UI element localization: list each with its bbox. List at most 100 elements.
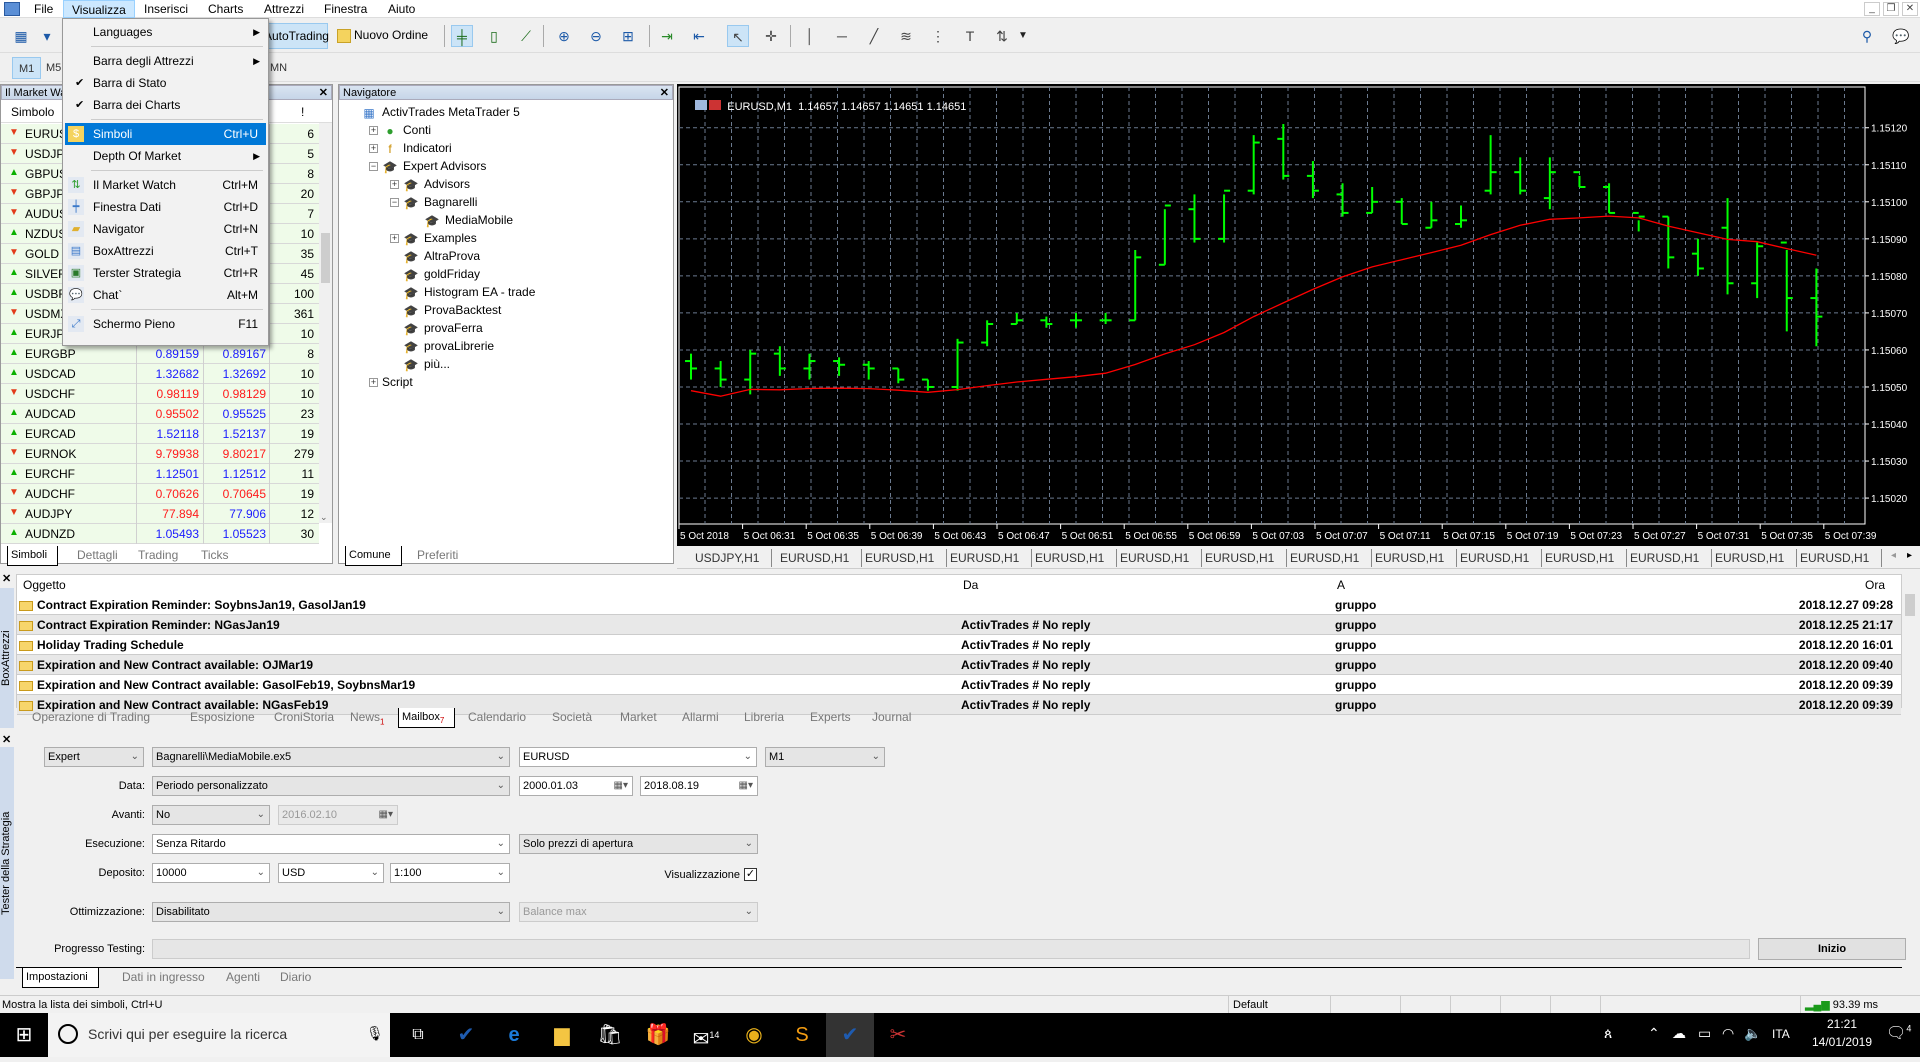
tab-cronistoria[interactable]: CroniStoria — [264, 708, 344, 728]
navigator-item[interactable]: 🎓 Expert Advisors — [382, 157, 487, 175]
menu-file[interactable]: File — [26, 0, 61, 18]
navigator-item[interactable]: 🎓 goldFriday — [403, 265, 481, 283]
volume-icon[interactable]: 🔈 — [1744, 1025, 1761, 1042]
new-order-button[interactable]: Nuovo Ordine — [334, 23, 438, 49]
windows-start-icon[interactable]: ⊞ — [0, 1013, 48, 1057]
calendar-icon[interactable]: ▦▾ — [739, 777, 753, 795]
calendar-icon[interactable]: ▦▾ — [614, 777, 628, 795]
snipping-tool-icon[interactable]: ✂ — [874, 1013, 922, 1057]
navigator-item[interactable]: 🎓 MediaMobile — [424, 211, 514, 229]
tab-mailbox[interactable]: Mailbox7 — [398, 708, 456, 728]
chart-tab[interactable]: USDJPY,H1 — [683, 549, 773, 567]
menu-item-terster-strategia[interactable]: ▣ Terster Strategia Ctrl+R — [65, 262, 266, 284]
menu-item-simboli[interactable]: $ Simboli Ctrl+U — [65, 123, 266, 145]
cursor-icon[interactable]: ↖ — [727, 25, 749, 47]
chart-tab[interactable]: EURUSD,H1 — [1788, 549, 1883, 567]
market-watch-row[interactable]: ▲ EURGBP 0.89159 0.89167 8 — [1, 344, 319, 364]
column-ora[interactable]: Ora — [1865, 575, 1886, 595]
model-select[interactable]: Solo prezzi di apertura ⌄ — [519, 834, 758, 854]
navigator-item[interactable]: Script — [382, 373, 413, 391]
connection-status[interactable]: ▂▄▆ 93.39 ms — [1800, 996, 1878, 1014]
profiles-icon[interactable]: ▾ — [36, 25, 58, 47]
scrollbar-thumb[interactable] — [321, 233, 330, 283]
line-chart-icon[interactable]: ⟋ — [515, 25, 537, 47]
fibo-fan-icon[interactable]: ⋮ — [927, 25, 949, 47]
scroll-left-icon[interactable]: ◂ — [1891, 550, 1896, 561]
chart-tab[interactable]: EURUSD,H1 — [768, 549, 863, 567]
navigator-item[interactable]: ▦ ActivTrades MetaTrader 5 — [361, 103, 520, 121]
market-watch-row[interactable]: ▲ AUDCAD 0.95502 0.95525 23 — [1, 404, 319, 424]
show-hidden-icons[interactable]: ⌃ — [1648, 1025, 1660, 1042]
market-watch-row[interactable]: ▲ EURCHF 1.12501 1.12512 11 — [1, 464, 319, 484]
chart-canvas[interactable]: 1.15120 1.15110 1.15100 1.15090 1.15080 1.150… — [677, 84, 1920, 546]
chart-tab[interactable]: EURUSD,H1 — [1193, 549, 1288, 567]
people-icon[interactable]: ጰ — [1604, 1025, 1612, 1042]
market-watch-row[interactable]: ▲ USDCAD 1.32682 1.32692 10 — [1, 364, 319, 384]
trendline-icon[interactable]: ╱ — [863, 25, 885, 47]
chart-tab[interactable]: EURUSD,H1 — [1278, 549, 1373, 567]
tab-ticks[interactable]: Ticks — [191, 546, 239, 566]
column-symbol[interactable]: Simbolo — [11, 105, 54, 119]
navigator-item[interactable]: 🎓 provaLibrerie — [403, 337, 495, 355]
tab-societ-[interactable]: Società — [542, 708, 602, 728]
market-watch-row[interactable]: ▼ EURNOK 9.79938 9.80217 279 — [1, 444, 319, 464]
scroll-right-icon[interactable]: ▸ — [1907, 550, 1912, 561]
autoscroll-icon[interactable]: ⇤ — [688, 25, 710, 47]
mail-row[interactable]: Contract Expiration Reminder: SoybnsJan1… — [17, 595, 1901, 615]
market-watch-scrollbar[interactable]: ⌄ — [319, 123, 332, 523]
metatrader-taskbar-icon[interactable]: ✔ — [442, 1013, 490, 1057]
navigator-item[interactable]: 🎓 AltraProva — [403, 247, 481, 265]
menu-item-barra-dei-charts[interactable]: ✔ Barra dei Charts — [65, 94, 266, 116]
new-chart-icon[interactable]: ▦ — [10, 25, 32, 47]
app-icon[interactable] — [4, 2, 20, 16]
expand-icon[interactable]: + — [369, 378, 378, 387]
search-icon[interactable]: ⚲ — [1856, 25, 1878, 47]
tab-journal[interactable]: Journal — [862, 708, 921, 728]
chart-tab[interactable]: EURUSD,H1 — [853, 549, 948, 567]
dropdown-arrow-icon[interactable]: ▼ — [1012, 25, 1034, 47]
menu-aiuto[interactable]: Aiuto — [380, 0, 423, 18]
navigator-item[interactable]: ● Conti — [382, 121, 431, 139]
price-chart[interactable]: 1.15120 1.15110 1.15100 1.15090 1.15080 1.150… — [677, 84, 1920, 546]
menu-finestra[interactable]: Finestra — [316, 0, 375, 18]
autotrading-button[interactable]: AutoTrading — [260, 23, 329, 49]
menu-attrezzi[interactable]: Attrezzi — [256, 0, 312, 18]
tile-windows-icon[interactable]: ⊞ — [617, 25, 639, 47]
market-watch-row[interactable]: ▼ AUDCHF 0.70626 0.70645 19 — [1, 484, 319, 504]
column-da[interactable]: Da — [963, 575, 979, 595]
timeframe-m1[interactable]: M1 — [12, 57, 42, 79]
close-button[interactable]: ✕ — [1902, 2, 1918, 16]
notifications-icon[interactable]: 🗨4 — [1886, 1023, 1911, 1043]
menu-item-chat[interactable]: 💬 Chat` Alt+M — [65, 284, 266, 306]
navigator-item[interactable]: 🎓 Bagnarelli — [403, 193, 478, 211]
tab-news[interactable]: News1 — [340, 708, 394, 728]
minimize-button[interactable]: _ — [1864, 2, 1880, 16]
symbol-select[interactable]: EURUSD ⌄ — [519, 747, 757, 767]
tab-preferiti[interactable]: Preferiti — [407, 546, 468, 566]
navigator-item[interactable]: 🎓 provaFerra — [403, 319, 483, 337]
wifi-icon[interactable]: ◠ — [1722, 1025, 1734, 1042]
navigator-item[interactable]: 🎓 Examples — [403, 229, 477, 247]
tab-simboli[interactable]: Simboli — [7, 546, 59, 566]
expand-icon[interactable]: + — [390, 234, 399, 243]
tab-trading[interactable]: Trading — [128, 546, 188, 566]
menu-item-barra-di-stato[interactable]: ✔ Barra di Stato — [65, 72, 266, 94]
candlestick-icon[interactable]: ▯ — [483, 25, 505, 47]
chart-tab[interactable]: EURUSD,H1 — [1108, 549, 1203, 567]
mail-row[interactable]: Holiday Trading Schedule ActivTrades # No… — [17, 635, 1901, 655]
navigator-item[interactable]: 🎓 Histogram EA - trade — [403, 283, 536, 301]
battery-icon[interactable]: ▭ — [1698, 1025, 1711, 1042]
column-a[interactable]: A — [1337, 575, 1346, 595]
scrollbar-thumb[interactable] — [1905, 594, 1915, 616]
restore-button[interactable]: ❐ — [1883, 2, 1899, 16]
tab-impostazioni[interactable]: Impostazioni — [22, 968, 99, 988]
market-watch-row[interactable]: ▼ USDCHF 0.98119 0.98129 10 — [1, 384, 319, 404]
navigator-item[interactable]: f Indicatori — [382, 139, 451, 157]
chart-tab[interactable]: EURUSD,H1 — [1618, 549, 1713, 567]
store-icon[interactable]: 🛍 — [586, 1013, 634, 1057]
microphone-icon[interactable]: 🎙 — [366, 1025, 384, 1042]
leverage-select[interactable]: 1:100 ⌄ — [390, 863, 510, 883]
bar-chart-icon[interactable]: ╪ — [451, 25, 473, 47]
scroll-down-icon[interactable]: ⌄ — [320, 512, 328, 523]
market-watch-row[interactable]: ▲ EURCAD 1.52118 1.52137 19 — [1, 424, 319, 444]
